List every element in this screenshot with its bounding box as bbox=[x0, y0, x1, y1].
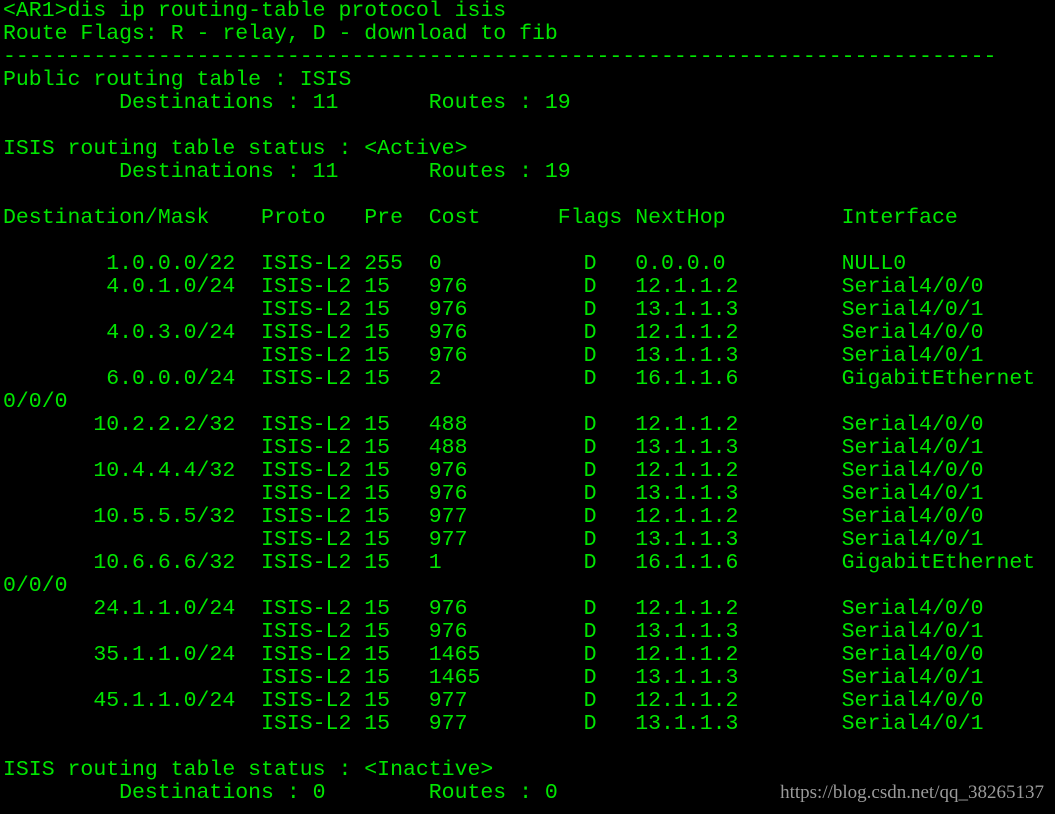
terminal-line: 0/0/0 bbox=[3, 390, 68, 414]
terminal-line: Destinations : 11 Routes : 19 bbox=[3, 160, 571, 184]
terminal-line: 6.0.0.0/24 ISIS-L2 15 2 D 16.1.1.6 Gigab… bbox=[3, 367, 1036, 391]
terminal-line: 0/0/0 bbox=[3, 574, 68, 598]
terminal-line: Public routing table : ISIS bbox=[3, 68, 352, 92]
terminal-line: 4.0.3.0/24 ISIS-L2 15 976 D 12.1.1.2 Ser… bbox=[3, 321, 984, 345]
terminal-line: 10.4.4.4/32 ISIS-L2 15 976 D 12.1.1.2 Se… bbox=[3, 459, 984, 483]
terminal-line: ISIS-L2 15 977 D 13.1.1.3 Serial4/0/1 bbox=[3, 712, 984, 736]
terminal-line: ISIS-L2 15 1465 D 13.1.1.3 Serial4/0/1 bbox=[3, 666, 984, 690]
terminal-line: ISIS-L2 15 976 D 13.1.1.3 Serial4/0/1 bbox=[3, 482, 984, 506]
terminal-line: ISIS-L2 15 488 D 13.1.1.3 Serial4/0/1 bbox=[3, 436, 984, 460]
terminal-line: ISIS-L2 15 976 D 13.1.1.3 Serial4/0/1 bbox=[3, 344, 984, 368]
terminal-line: ----------------------------------------… bbox=[3, 45, 997, 69]
terminal-line: ISIS-L2 15 976 D 13.1.1.3 Serial4/0/1 bbox=[3, 620, 984, 644]
watermark-text: https://blog.csdn.net/qq_38265137 bbox=[780, 782, 1044, 803]
terminal-line: 10.5.5.5/32 ISIS-L2 15 977 D 12.1.1.2 Se… bbox=[3, 505, 984, 529]
terminal-line: ISIS routing table status : <Active> bbox=[3, 137, 468, 161]
terminal-window[interactable]: <AR1>dis ip routing-table protocol isis R… bbox=[0, 0, 1055, 814]
terminal-line: 4.0.1.0/24 ISIS-L2 15 976 D 12.1.1.2 Ser… bbox=[3, 275, 984, 299]
terminal-line: 1.0.0.0/22 ISIS-L2 255 0 D 0.0.0.0 NULL0 bbox=[3, 252, 907, 276]
terminal-line: Destination/Mask Proto Pre Cost Flags Ne… bbox=[3, 206, 958, 230]
terminal-line: 45.1.1.0/24 ISIS-L2 15 977 D 12.1.1.2 Se… bbox=[3, 689, 984, 713]
terminal-line: Destinations : 0 Routes : 0 bbox=[3, 781, 558, 805]
terminal-line: 24.1.1.0/24 ISIS-L2 15 976 D 12.1.1.2 Se… bbox=[3, 597, 984, 621]
terminal-line: Destinations : 11 Routes : 19 bbox=[3, 91, 571, 115]
terminal-line: <AR1>dis ip routing-table protocol isis bbox=[3, 0, 507, 23]
terminal-line: ISIS-L2 15 977 D 13.1.1.3 Serial4/0/1 bbox=[3, 528, 984, 552]
terminal-line: 10.2.2.2/32 ISIS-L2 15 488 D 12.1.1.2 Se… bbox=[3, 413, 984, 437]
terminal-line: ISIS routing table status : <Inactive> bbox=[3, 758, 494, 782]
terminal-line: 10.6.6.6/32 ISIS-L2 15 1 D 16.1.1.6 Giga… bbox=[3, 551, 1036, 575]
terminal-line: 35.1.1.0/24 ISIS-L2 15 1465 D 12.1.1.2 S… bbox=[3, 643, 984, 667]
terminal-line: ISIS-L2 15 976 D 13.1.1.3 Serial4/0/1 bbox=[3, 298, 984, 322]
terminal-line: Route Flags: R - relay, D - download to … bbox=[3, 22, 558, 46]
